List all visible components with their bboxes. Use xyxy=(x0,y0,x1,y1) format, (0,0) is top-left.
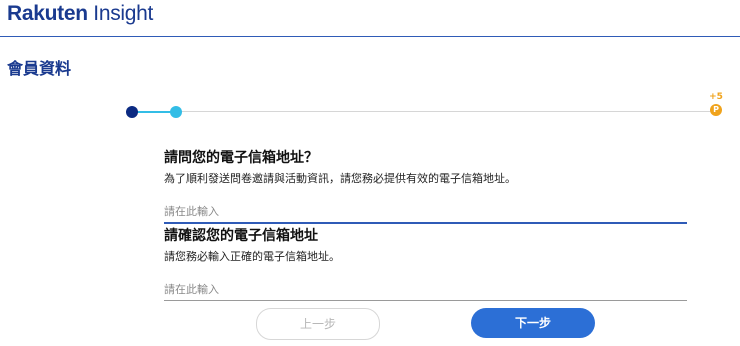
confirm-email-input[interactable] xyxy=(164,283,687,296)
reward-points: +5 P xyxy=(708,92,724,116)
top-header: Rakuten Insight xyxy=(0,0,740,37)
progress-step-2 xyxy=(170,106,182,118)
confirm-email-question-title: 請確認您的電子信箱地址 xyxy=(164,228,318,244)
email-field-wrapper xyxy=(164,200,687,224)
logo-brand: Rakuten xyxy=(7,2,88,25)
points-coin-icon: P xyxy=(710,104,722,116)
next-button[interactable]: 下一步 xyxy=(471,308,595,338)
confirm-email-field-wrapper xyxy=(164,278,687,301)
rakuten-insight-logo[interactable]: Rakuten Insight xyxy=(7,2,153,26)
logo-sub: Insight xyxy=(87,2,154,25)
email-question: 請問您的電子信箱地址？ 為了順利發送問卷邀請與活動資訊，請您務必提供有效的電子信… xyxy=(164,147,687,224)
confirm-email-question: 請確認您的電子信箱地址 請您務必輸入正確的電子信箱地址。 xyxy=(164,225,687,301)
email-input[interactable] xyxy=(164,205,687,218)
reward-amount: +5 xyxy=(709,92,723,102)
progress-bar: +5 P xyxy=(120,92,730,124)
confirm-email-question-description: 請您務必輸入正確的電子信箱地址。 xyxy=(164,250,340,263)
page-title: 會員資料 xyxy=(7,59,72,78)
progress-step-1 xyxy=(126,106,138,118)
email-question-description: 為了順利發送問卷邀請與活動資訊，請您務必提供有效的電子信箱地址。 xyxy=(164,172,516,185)
previous-button[interactable]: 上一步 xyxy=(256,308,380,340)
email-question-title: 請問您的電子信箱地址？ xyxy=(164,150,318,166)
progress-track xyxy=(132,111,714,112)
